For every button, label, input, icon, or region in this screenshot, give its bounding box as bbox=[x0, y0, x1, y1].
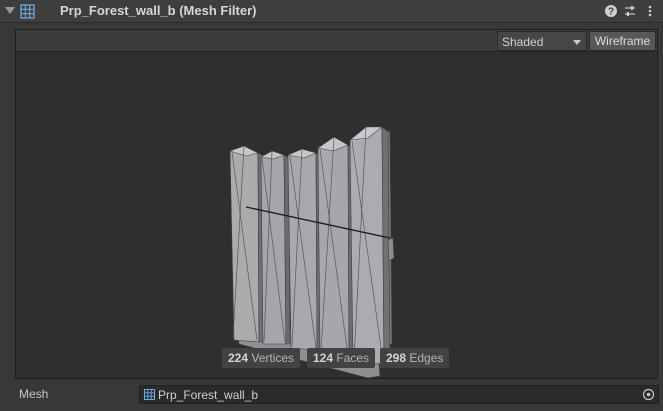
edges-count: 298 bbox=[386, 351, 407, 365]
preview-toolbar: Shaded Wireframe bbox=[16, 30, 657, 52]
mesh-preview[interactable]: Shaded Wireframe 224 Vertices 124 Faces … bbox=[15, 29, 658, 379]
mesh-filter-icon bbox=[20, 4, 35, 19]
vertices-stat: 224 Vertices bbox=[222, 348, 301, 368]
svg-text:?: ? bbox=[608, 7, 614, 18]
shading-mode-dropdown[interactable]: Shaded bbox=[497, 31, 587, 51]
mesh-asset-icon bbox=[144, 389, 155, 400]
vertices-label: Vertices bbox=[251, 351, 295, 365]
faces-label: Faces bbox=[336, 351, 370, 365]
faces-count: 124 bbox=[313, 351, 334, 365]
chevron-down-icon bbox=[573, 40, 581, 45]
wireframe-toggle[interactable]: Wireframe bbox=[589, 31, 656, 51]
component-header[interactable]: Prp_Forest_wall_b (Mesh Filter) ? bbox=[0, 0, 663, 23]
mesh-field-value: Prp_Forest_wall_b bbox=[158, 388, 259, 402]
mesh-object-field[interactable]: Prp_Forest_wall_b bbox=[139, 385, 659, 404]
component-title: Prp_Forest_wall_b (Mesh Filter) bbox=[60, 3, 257, 18]
foldout-arrow-icon[interactable] bbox=[5, 7, 15, 14]
vertices-count: 224 bbox=[228, 351, 249, 365]
mesh-property-label: Mesh bbox=[19, 387, 49, 401]
context-menu-icon[interactable] bbox=[643, 4, 657, 18]
shading-mode-value: Shaded bbox=[502, 35, 544, 49]
edges-label: Edges bbox=[409, 351, 444, 365]
presets-icon[interactable] bbox=[623, 4, 637, 18]
mesh-render[interactable] bbox=[16, 52, 657, 378]
edges-stat: 298 Edges bbox=[380, 348, 450, 368]
help-icon[interactable]: ? bbox=[604, 4, 618, 18]
faces-stat: 124 Faces bbox=[307, 348, 376, 368]
object-picker-icon[interactable] bbox=[642, 388, 655, 401]
